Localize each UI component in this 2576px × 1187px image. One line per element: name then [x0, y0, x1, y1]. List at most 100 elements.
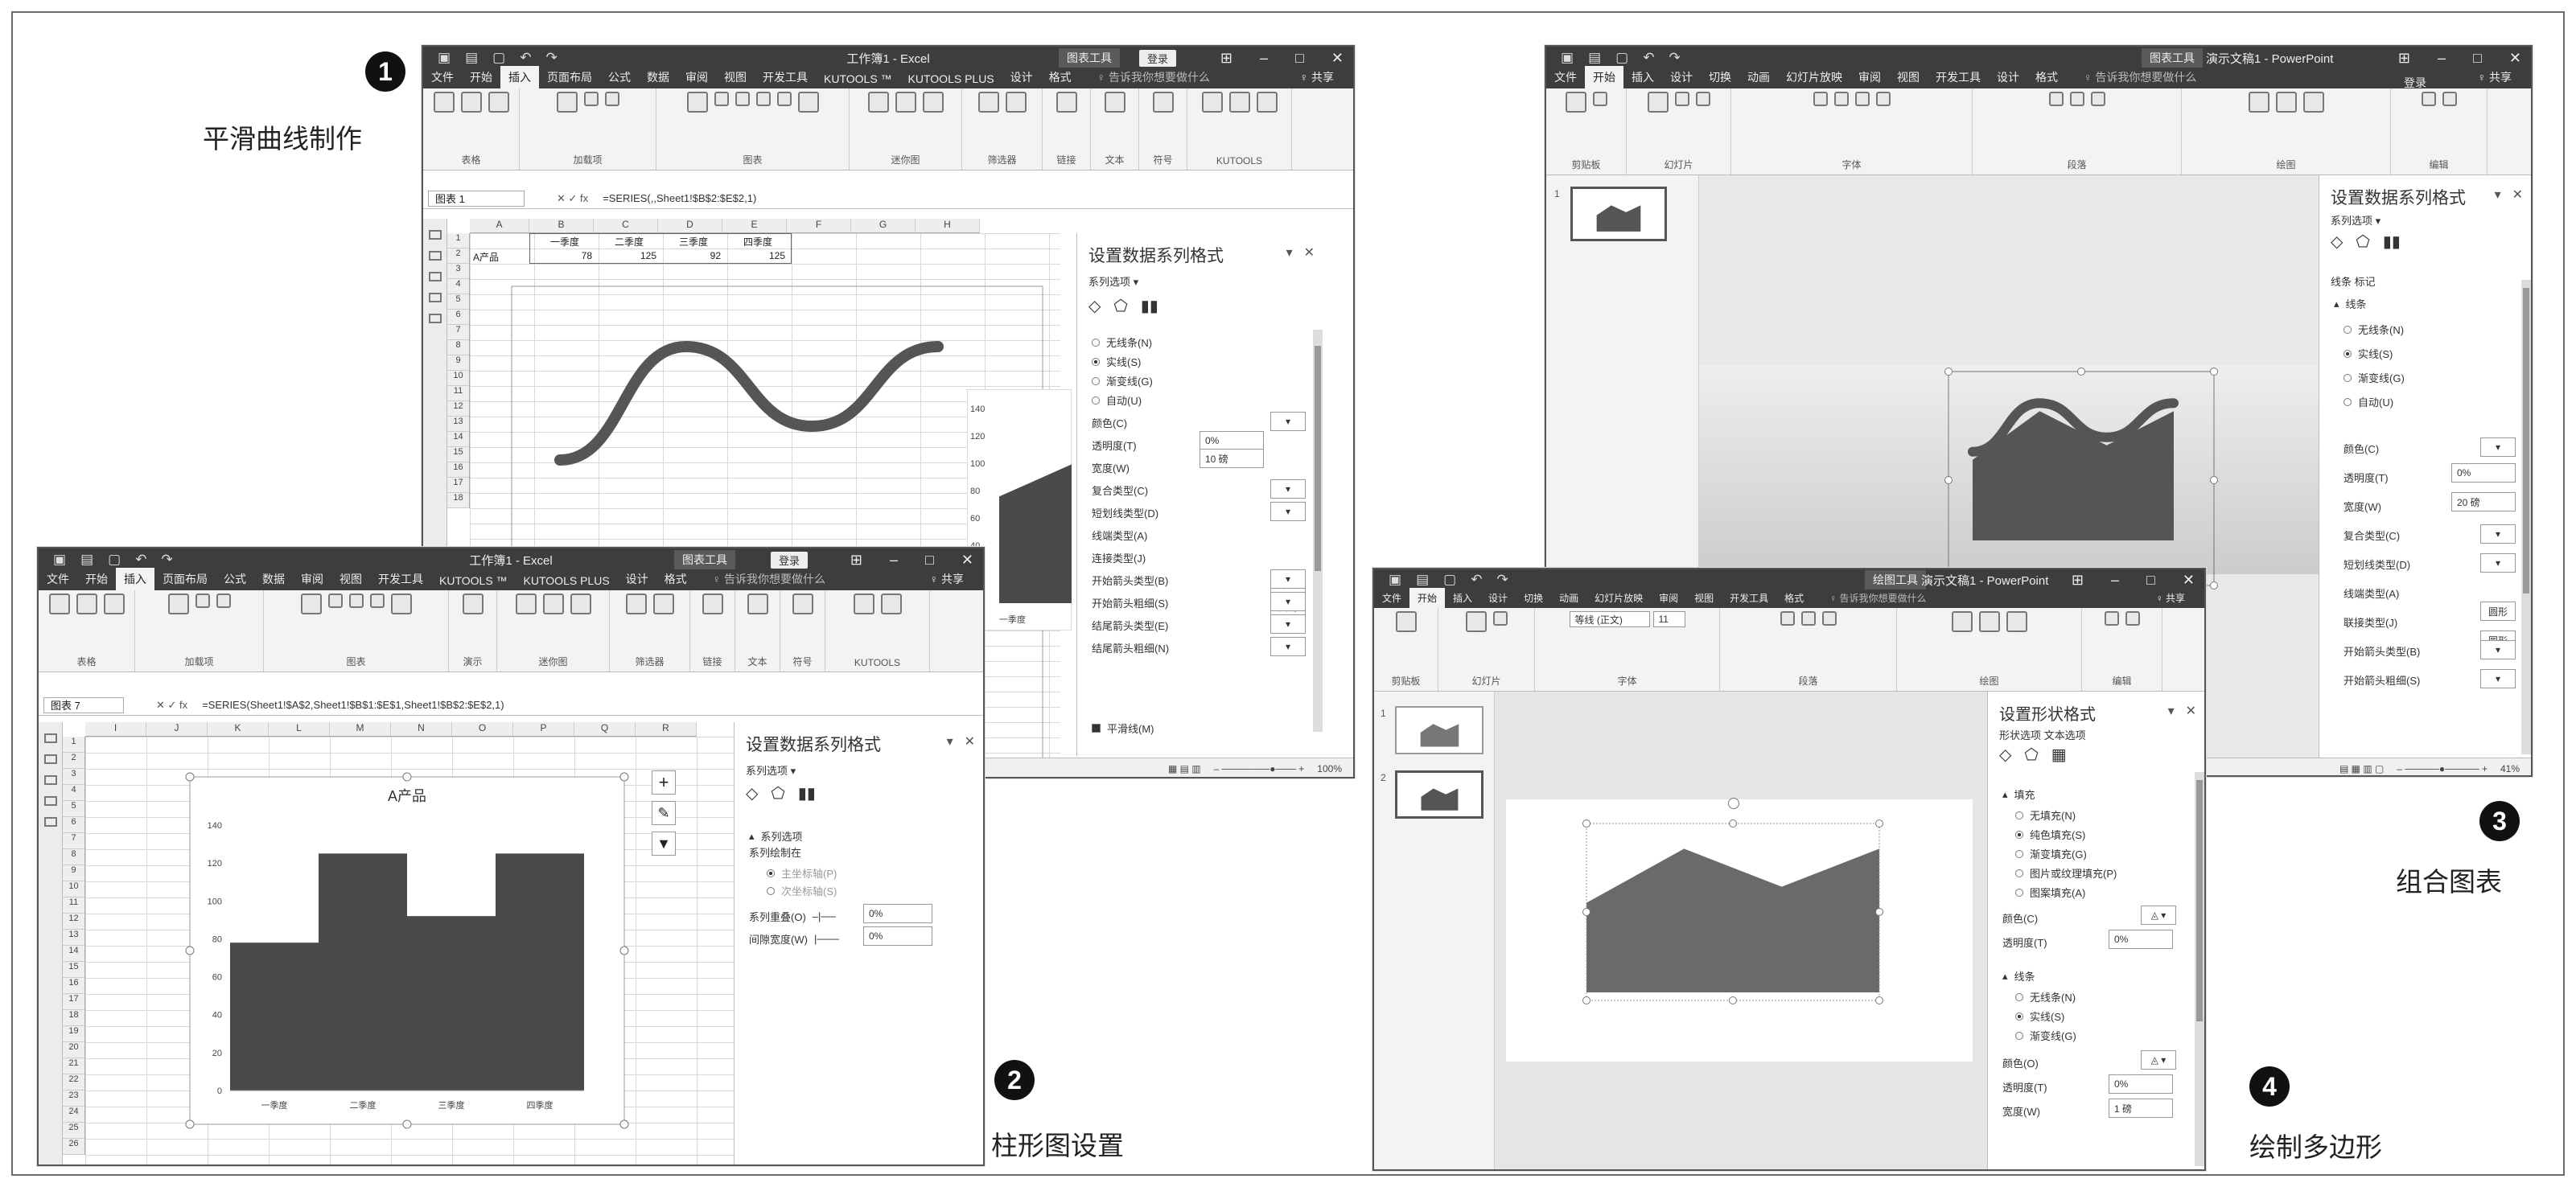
tab-animations[interactable]: 动画: [1551, 588, 1586, 608]
pie-chart-icon[interactable]: [369, 594, 385, 608]
tab-insert[interactable]: 插入: [1445, 588, 1480, 608]
arrange-icon[interactable]: [1978, 611, 2000, 632]
share-button[interactable]: ♀ 共享: [2470, 66, 2520, 88]
resize-handle[interactable]: [2210, 476, 2218, 484]
column-header-cell[interactable]: B: [529, 219, 594, 232]
recommended-charts-icon[interactable]: [686, 92, 708, 113]
sparkline-line-icon[interactable]: [867, 92, 889, 113]
pivot-chart-icon[interactable]: [797, 92, 819, 113]
slide-editor[interactable]: [1495, 692, 1987, 1169]
tab-home[interactable]: 开始: [1585, 66, 1623, 88]
resize-handle[interactable]: [185, 1119, 195, 1129]
row-header-cell[interactable]: 13: [447, 417, 469, 432]
align-icon[interactable]: [2090, 92, 2105, 106]
line-option-radio[interactable]: 渐变线(G): [2344, 370, 2405, 385]
column-header-cell[interactable]: A: [470, 219, 529, 232]
font-color-icon[interactable]: [1875, 92, 1891, 106]
share-button[interactable]: ♀ 共享: [2148, 588, 2193, 608]
line-option-radio[interactable]: 渐变线(G): [1092, 373, 1153, 388]
row-header-cell[interactable]: 11: [63, 897, 84, 914]
column-header-cell[interactable]: M: [330, 722, 391, 736]
formula-icons[interactable]: ✕ ✓ fx: [557, 192, 588, 205]
column-header-cell[interactable]: O: [452, 722, 513, 736]
resize-handle[interactable]: [185, 946, 195, 955]
row-header-cell[interactable]: 19: [63, 1026, 84, 1042]
tab-view[interactable]: 视图: [1889, 66, 1928, 88]
row-header-cell[interactable]: 6: [447, 310, 469, 325]
chart-styles-icon[interactable]: ✎: [652, 801, 676, 825]
gap-width-input[interactable]: 0%: [863, 926, 932, 946]
pivot-chart-icon[interactable]: [390, 594, 412, 614]
line-option-radio[interactable]: 实线(S): [2344, 346, 2393, 361]
timeline-icon[interactable]: [1005, 92, 1027, 113]
slide-canvas[interactable]: [1506, 798, 1973, 1062]
tab-insert[interactable]: 插入: [500, 66, 539, 88]
resize-handle[interactable]: [2210, 581, 2218, 589]
tab-page-layout[interactable]: 页面布局: [539, 66, 600, 88]
tab-file[interactable]: 文件: [1546, 66, 1585, 88]
resize-handle[interactable]: [1875, 996, 1883, 1004]
row-header-cell[interactable]: 23: [63, 1090, 84, 1107]
formula-icons[interactable]: ✕ ✓ fx: [156, 699, 187, 712]
property-dropdown[interactable]: ▾: [2480, 553, 2516, 573]
line-option-radio[interactable]: 无线条(N): [2344, 322, 2404, 337]
row-header-cell[interactable]: 10: [63, 881, 84, 897]
table-icon[interactable]: [103, 594, 125, 614]
share-button[interactable]: ♀ 共享: [922, 568, 972, 590]
quick-access-toolbar[interactable]: ▣ ▤ ▢ ↶ ↷: [1389, 572, 1508, 588]
recommended-pivot-icon[interactable]: [460, 92, 482, 113]
quick-access-toolbar[interactable]: ▣ ▤ ▢ ↶ ↷: [53, 552, 173, 568]
3d-map-icon[interactable]: [462, 594, 484, 614]
tab-home[interactable]: 开始: [77, 568, 116, 590]
tab-file[interactable]: 文件: [423, 66, 462, 88]
tab-slideshow[interactable]: 幻灯片放映: [1586, 588, 1651, 608]
primary-axis-radio[interactable]: 主坐标轴(P): [767, 865, 837, 881]
row-header-cell[interactable]: 9: [63, 865, 84, 881]
resize-handle[interactable]: [1729, 996, 1737, 1004]
row-header-cell[interactable]: 14: [63, 946, 84, 962]
tab-formulas[interactable]: 公式: [600, 66, 639, 88]
paste-icon[interactable]: [1565, 92, 1586, 113]
property-dropdown[interactable]: ▾: [2480, 524, 2516, 544]
symbol-icon[interactable]: [792, 594, 813, 614]
line-chart-icon[interactable]: [735, 92, 750, 106]
column-header-cell[interactable]: K: [208, 722, 269, 736]
quick-access-toolbar[interactable]: ▣ ▤ ▢ ↶ ↷: [438, 50, 558, 66]
pie-chart-icon[interactable]: [755, 92, 771, 106]
gap-width-slider[interactable]: 间隙宽度(W) |───: [749, 931, 839, 947]
column-header-cell[interactable]: R: [636, 722, 697, 736]
align-icon[interactable]: [1821, 611, 1837, 626]
login-button[interactable]: 登录: [771, 551, 809, 569]
new-slide-icon[interactable]: [1647, 92, 1669, 113]
tab-animations[interactable]: 动画: [1739, 66, 1778, 88]
row-header-cell[interactable]: 2: [447, 248, 469, 264]
row-header-cell[interactable]: 2: [63, 753, 84, 769]
header-cell[interactable]: 三季度: [663, 235, 724, 248]
line-width-input[interactable]: 1 磅: [2109, 1099, 2173, 1118]
smooth-line-checkbox[interactable]: 平滑线(M): [1092, 721, 1154, 736]
table-icon[interactable]: [488, 92, 509, 113]
tell-me-search[interactable]: ♀ 告诉我你想要做什么: [1089, 66, 1218, 88]
tab-home[interactable]: 开始: [1409, 588, 1446, 608]
row-header-cell[interactable]: 7: [447, 325, 469, 340]
row-header-cell[interactable]: 6: [63, 817, 84, 833]
bar-chart-icon[interactable]: [776, 92, 792, 106]
row-header-cell[interactable]: 20: [63, 1042, 84, 1058]
timeline-icon[interactable]: [652, 594, 674, 614]
column-header-cell[interactable]: L: [269, 722, 330, 736]
slide-thumb-1[interactable]: [1570, 187, 1667, 241]
slide-thumb-1[interactable]: [1395, 706, 1483, 754]
value-cell[interactable]: 125: [727, 250, 785, 261]
property-dropdown[interactable]: ▾: [1270, 479, 1306, 499]
slicer-icon[interactable]: [977, 92, 999, 113]
resize-handle[interactable]: [1875, 819, 1883, 828]
rotate-handle-icon[interactable]: [1728, 798, 1739, 809]
tab-view[interactable]: 视图: [1686, 588, 1722, 608]
recommended-pivot-icon[interactable]: [76, 594, 97, 614]
row-header-cell[interactable]: 8: [447, 340, 469, 355]
find-icon[interactable]: [2104, 611, 2119, 626]
shape-text-options-tabs[interactable]: 形状选项 文本选项: [1999, 727, 2086, 742]
tell-me-search[interactable]: ♀ 告诉我你想要做什么: [2076, 66, 2204, 88]
smooth-line-series[interactable]: [554, 340, 944, 466]
column-header-cell[interactable]: C: [594, 219, 658, 232]
